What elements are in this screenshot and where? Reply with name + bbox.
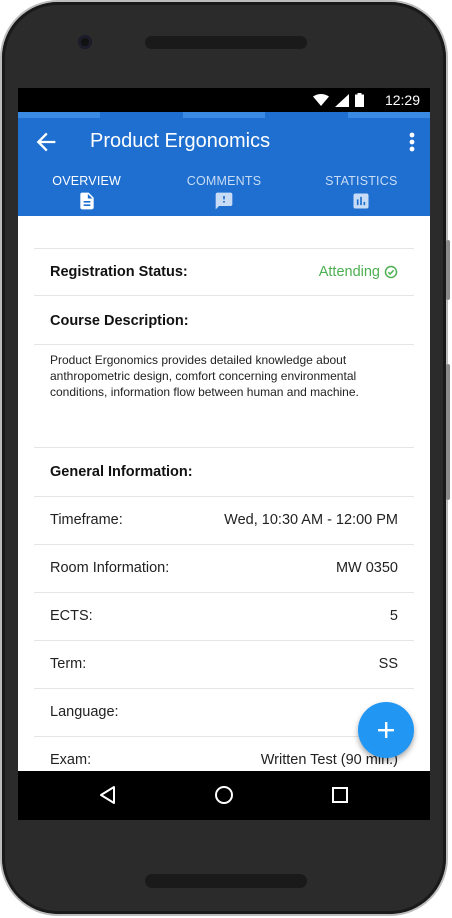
more-vert-icon	[409, 132, 415, 152]
course-description-heading-row: Course Description:	[34, 295, 414, 344]
plus-icon	[378, 722, 394, 738]
overview-content[interactable]: Registration Status: Attending Course De…	[18, 216, 430, 771]
info-label: Exam:	[50, 752, 92, 768]
add-fab-button[interactable]	[358, 702, 414, 758]
info-value: 5	[389, 608, 398, 624]
info-row-language: Language:	[34, 688, 414, 737]
status-icons	[313, 93, 364, 107]
document-icon	[79, 192, 94, 210]
nav-back-button[interactable]	[96, 783, 120, 807]
info-row-timeframe: Timeframe: Wed, 10:30 AM - 12:00 PM	[34, 496, 414, 545]
progress-segment	[18, 112, 100, 118]
registration-status-label: Registration Status:	[50, 264, 188, 280]
progress-segment	[348, 112, 430, 118]
course-description-text: Product Ergonomics provides detailed kno…	[50, 352, 380, 400]
wifi-icon	[313, 93, 329, 106]
status-time: 12:29	[384, 92, 420, 108]
general-information-heading: General Information:	[50, 464, 193, 480]
info-value: SS	[378, 656, 398, 672]
course-description-line: conditions, information flow between hum…	[50, 385, 359, 399]
course-description-line: Product Ergonomics provides detailed kno…	[50, 353, 347, 367]
info-label: ECTS:	[50, 608, 93, 624]
tab-overview[interactable]: OVERVIEW	[18, 168, 155, 216]
app-bar-progress	[18, 112, 430, 118]
tab-comments[interactable]: COMMENTS	[155, 168, 292, 216]
info-row-term: Term: SS	[34, 640, 414, 689]
course-description-heading: Course Description:	[50, 313, 189, 329]
info-value: MW 0350	[335, 560, 398, 576]
front-camera	[78, 35, 92, 49]
power-button	[446, 364, 450, 500]
tab-statistics[interactable]: STATISTICS	[293, 168, 430, 216]
tab-statistics-label: STATISTICS	[325, 174, 398, 188]
general-information-heading-row: General Information:	[34, 447, 414, 497]
bar-chart-icon	[353, 193, 369, 209]
tab-overview-label: OVERVIEW	[52, 174, 122, 188]
nav-recents-button[interactable]	[328, 783, 352, 807]
info-row-room: Room Information: MW 0350	[34, 544, 414, 593]
info-label: Term:	[50, 656, 87, 672]
check-circle-icon	[384, 265, 398, 279]
earpiece-speaker	[145, 36, 307, 49]
page-title: Product Ergonomics	[90, 130, 271, 152]
info-row-ects: ECTS: 5	[34, 592, 414, 641]
comment-alert-icon	[215, 192, 233, 210]
registration-status-row: Registration Status: Attending	[34, 248, 414, 296]
nav-home-button[interactable]	[212, 783, 236, 807]
attending-text: Attending	[318, 264, 380, 280]
app-bar: Product Ergonomics OVERVIEW COMMENTS STA…	[18, 112, 430, 216]
battery-icon	[355, 93, 364, 107]
info-label: Timeframe:	[50, 512, 123, 528]
arrow-back-icon	[36, 132, 56, 152]
back-button[interactable]	[32, 128, 60, 156]
screen: 12:29 Product Ergonomics OVERVIEW COMMEN…	[18, 88, 430, 820]
info-label: Language:	[50, 704, 119, 720]
registration-status-value: Attending	[319, 264, 398, 280]
tab-comments-label: COMMENTS	[186, 174, 262, 188]
progress-segment	[183, 112, 265, 118]
status-bar: 12:29	[18, 88, 430, 112]
system-nav-bar	[18, 771, 430, 820]
info-value: Wed, 10:30 AM - 12:00 PM	[224, 512, 398, 528]
home-circle-icon	[215, 786, 233, 804]
tab-bar: OVERVIEW COMMENTS STATISTICS	[18, 168, 430, 216]
back-triangle-icon	[100, 786, 115, 804]
overflow-menu-button[interactable]	[404, 130, 420, 154]
bottom-speaker	[145, 874, 307, 888]
info-label: Room Information:	[50, 560, 170, 576]
recents-square-icon	[332, 787, 348, 803]
signal-icon	[335, 93, 349, 107]
course-description-line: anthropometric design, comfort concernin…	[50, 369, 357, 383]
info-row-exam: Exam: Written Test (90 min.)	[34, 736, 414, 771]
volume-button	[446, 240, 450, 300]
